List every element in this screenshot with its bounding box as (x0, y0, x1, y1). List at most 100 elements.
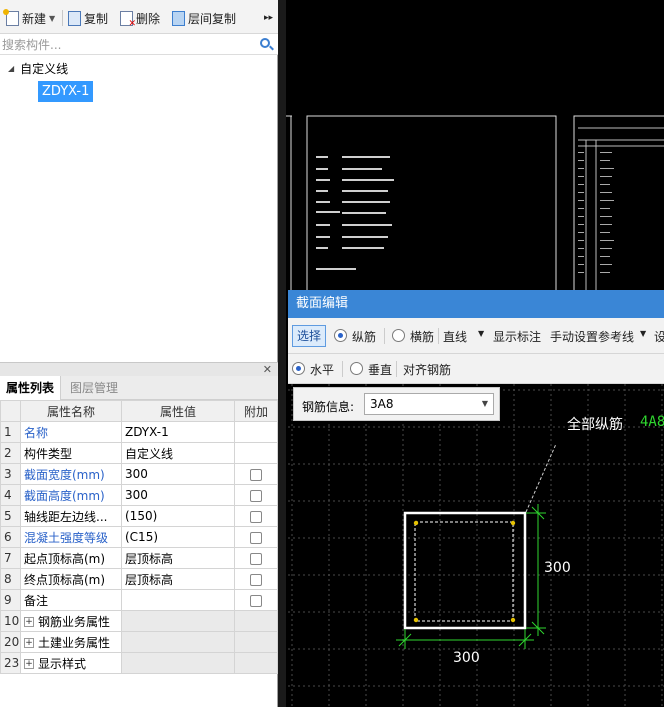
row-number: 2 (0, 442, 21, 464)
rebar-point[interactable] (510, 617, 516, 623)
dialog-toolbar: 选择 纵筋 横筋 直线 ▼ 显示标注 手动设置参考线 ▼ 设 (288, 318, 664, 354)
expand-plus-icon[interactable]: + (24, 659, 34, 669)
group-value-cell (121, 652, 235, 674)
table-row[interactable]: 2 构件类型 自定义线 (0, 442, 278, 464)
property-name: 混凝土强度等级 (20, 526, 122, 548)
table-row[interactable]: 1 名称 ZDYX-1 (0, 421, 278, 443)
section-canvas[interactable]: 钢筋信息: 3A8 ▼ 全部纵筋 4A8 300 300 (288, 384, 664, 707)
section-outline[interactable] (403, 511, 527, 630)
group-value-cell (121, 631, 235, 653)
extra-checkbox[interactable] (250, 573, 262, 586)
dialog-title[interactable]: 截面编辑 (288, 290, 664, 318)
property-name: 截面高度(mm) (20, 484, 122, 506)
horizontal-radio[interactable] (292, 362, 305, 375)
extra-checkbox[interactable] (250, 552, 262, 565)
property-name: 备注 (20, 589, 122, 611)
table-row[interactable]: 3 截面宽度(mm) 300 (0, 463, 278, 485)
panel-splitter[interactable]: ✕ (0, 362, 278, 376)
extra-checkbox[interactable] (250, 510, 262, 523)
row-number: 23 (0, 652, 21, 674)
vertical-radio[interactable] (350, 362, 363, 375)
longitudinal-radio[interactable] (334, 329, 347, 342)
table-row[interactable]: 9 备注 (0, 589, 278, 611)
collapse-triangle-icon[interactable]: ◢ (8, 64, 14, 73)
tree-item-selected[interactable]: ZDYX-1 (38, 81, 94, 102)
group-name: 显示样式 (38, 656, 87, 671)
tree-node-root[interactable]: ◢ 自定义线 (8, 60, 68, 77)
chevron-down-icon[interactable]: ▼ (49, 14, 55, 23)
rebar-info-select[interactable]: 3A8 ▼ (364, 393, 494, 415)
table-row[interactable]: 6 混凝土强度等级 (C15) (0, 526, 278, 548)
tree-root-label: 自定义线 (20, 62, 69, 76)
row-number: 8 (0, 568, 21, 590)
tab-properties[interactable]: 属性列表 (0, 376, 62, 400)
extra-checkbox[interactable] (250, 594, 262, 607)
table-group-row[interactable]: 23 + 显示样式 (0, 652, 278, 674)
line-dropdown[interactable]: 直线 (443, 328, 467, 345)
expand-plus-icon[interactable]: + (24, 638, 34, 648)
row-number: 7 (0, 547, 21, 569)
property-value[interactable] (121, 589, 235, 611)
extra-checkbox[interactable] (250, 489, 262, 502)
chevron-down-icon[interactable]: ▼ (640, 329, 646, 338)
table-group-row[interactable]: 10 + 钢筋业务属性 (0, 610, 278, 632)
panel-scrollbar[interactable] (278, 0, 286, 707)
property-name: 截面宽度(mm) (20, 463, 122, 485)
transverse-radio[interactable] (392, 329, 405, 342)
search-icon[interactable] (260, 38, 270, 48)
delete-button[interactable]: 删除 (120, 8, 160, 29)
truncated-tool-label[interactable]: 设 (654, 328, 664, 345)
show-dimension-button[interactable]: 显示标注 (493, 328, 541, 345)
select-button[interactable]: 选择 (292, 325, 326, 347)
row-number: 9 (0, 589, 21, 611)
rebar-point[interactable] (510, 520, 516, 526)
property-value[interactable]: (C15) (121, 526, 235, 548)
property-value[interactable]: 层顶标高 (121, 547, 235, 569)
all-longitudinal-value[interactable]: 4A8 (640, 414, 664, 430)
group-name-cell[interactable]: + 土建业务属性 (20, 631, 122, 653)
vertical-label[interactable]: 垂直 (368, 361, 392, 378)
horizontal-label[interactable]: 水平 (310, 361, 334, 378)
chevron-down-icon[interactable]: ▼ (478, 329, 484, 338)
group-name-cell[interactable]: + 钢筋业务属性 (20, 610, 122, 632)
height-dimension-label[interactable]: 300 (544, 560, 571, 576)
rebar-point[interactable] (413, 617, 419, 623)
search-input[interactable] (2, 36, 252, 53)
property-value[interactable]: 300 (121, 484, 235, 506)
property-value[interactable]: 自定义线 (121, 442, 235, 464)
expand-plus-icon[interactable]: + (24, 617, 34, 627)
properties-table: 属性名称 属性值 附加 1 名称 ZDYX-1 2 构件类型 自定义线 3 截面宽度(mm) 3… (0, 400, 278, 674)
floor-copy-button[interactable]: 层间复制 (172, 8, 236, 28)
group-name-cell[interactable]: + 显示样式 (20, 652, 122, 674)
component-panel: 新建 ▼ 复制 删除 层间复制 ▸▸ ◢ 自定义线 ZDYX-1 ✕ 属性列表 … (0, 0, 278, 707)
extra-cell (234, 463, 278, 485)
cad-drawing-area[interactable] (286, 0, 664, 295)
property-value[interactable]: 300 (121, 463, 235, 485)
tab-layers[interactable]: 图层管理 (64, 376, 124, 400)
table-row[interactable]: 7 起点顶标高(m) 层顶标高 (0, 547, 278, 569)
property-value[interactable]: ZDYX-1 (121, 421, 235, 443)
table-row[interactable]: 8 终点顶标高(m) 层顶标高 (0, 568, 278, 590)
close-icon[interactable]: ✕ (263, 363, 272, 376)
extra-checkbox[interactable] (250, 531, 262, 544)
property-value[interactable]: 层顶标高 (121, 568, 235, 590)
longitudinal-label[interactable]: 纵筋 (352, 328, 376, 345)
new-button[interactable]: 新建 ▼ (3, 8, 55, 28)
more-tools-icon[interactable]: ▸▸ (264, 8, 273, 28)
rebar-point[interactable] (413, 520, 419, 526)
table-row[interactable]: 5 轴线距左边线... (150) (0, 505, 278, 527)
extra-checkbox[interactable] (250, 468, 262, 481)
align-rebar-button[interactable]: 对齐钢筋 (403, 361, 451, 378)
copy-button[interactable]: 复制 (68, 8, 108, 28)
chevron-down-icon[interactable]: ▼ (482, 394, 488, 414)
stirrup-outline[interactable] (414, 521, 514, 622)
row-number: 3 (0, 463, 21, 485)
table-group-row[interactable]: 20 + 土建业务属性 (0, 631, 278, 653)
header-extra: 附加 (234, 400, 278, 422)
manual-reference-line-dropdown[interactable]: 手动设置参考线 (550, 328, 634, 345)
width-dimension-label[interactable]: 300 (453, 650, 480, 666)
all-longitudinal-label[interactable]: 全部纵筋 (567, 414, 623, 434)
table-row[interactable]: 4 截面高度(mm) 300 (0, 484, 278, 506)
transverse-label[interactable]: 横筋 (410, 328, 434, 345)
property-value[interactable]: (150) (121, 505, 235, 527)
